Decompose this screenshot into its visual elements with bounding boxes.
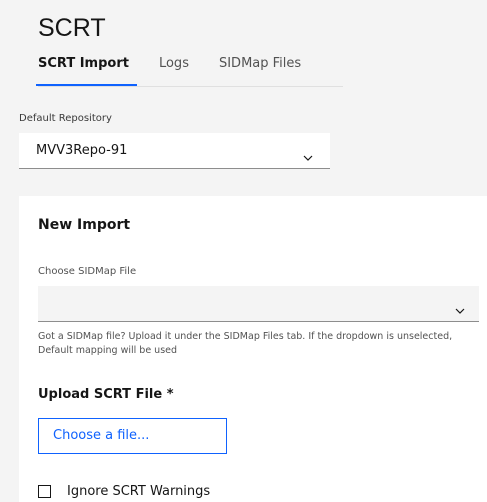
checkbox-box[interactable] [38,485,51,498]
default-repository-value: MVV3Repo-91 [36,143,128,158]
tab-sidmap-files[interactable]: SIDMap Files [219,56,301,86]
new-import-title: New Import [38,217,131,233]
ignore-scrt-warnings-checkbox[interactable]: Ignore SCRT Warnings [38,484,210,499]
new-import-panel: New Import Choose SIDMap File Got a SIDM… [19,196,487,502]
choose-file-button[interactable]: Choose a file... [38,418,227,454]
tab-logs[interactable]: Logs [159,56,189,86]
ignore-scrt-warnings-label: Ignore SCRT Warnings [67,484,211,499]
sidmap-file-label: Choose SIDMap File [38,266,137,277]
chevron-down-icon [455,299,465,318]
upload-scrt-file-title: Upload SCRT File * [38,387,174,402]
page-title: SCRT [38,14,106,42]
tab-bar: SCRT Import Logs SIDMap Files [36,56,331,86]
choose-file-button-label: Choose a file... [53,428,150,443]
chevron-down-icon [303,146,313,165]
default-repository-select[interactable]: MVV3Repo-91 [19,133,330,169]
tab-divider [38,86,343,87]
sidmap-helper-text: Got a SIDMap file? Upload it under the S… [38,331,453,356]
sidmap-file-select[interactable] [38,286,479,322]
tab-scrt-import[interactable]: SCRT Import [36,56,137,86]
default-repository-label: Default Repository [19,113,112,124]
